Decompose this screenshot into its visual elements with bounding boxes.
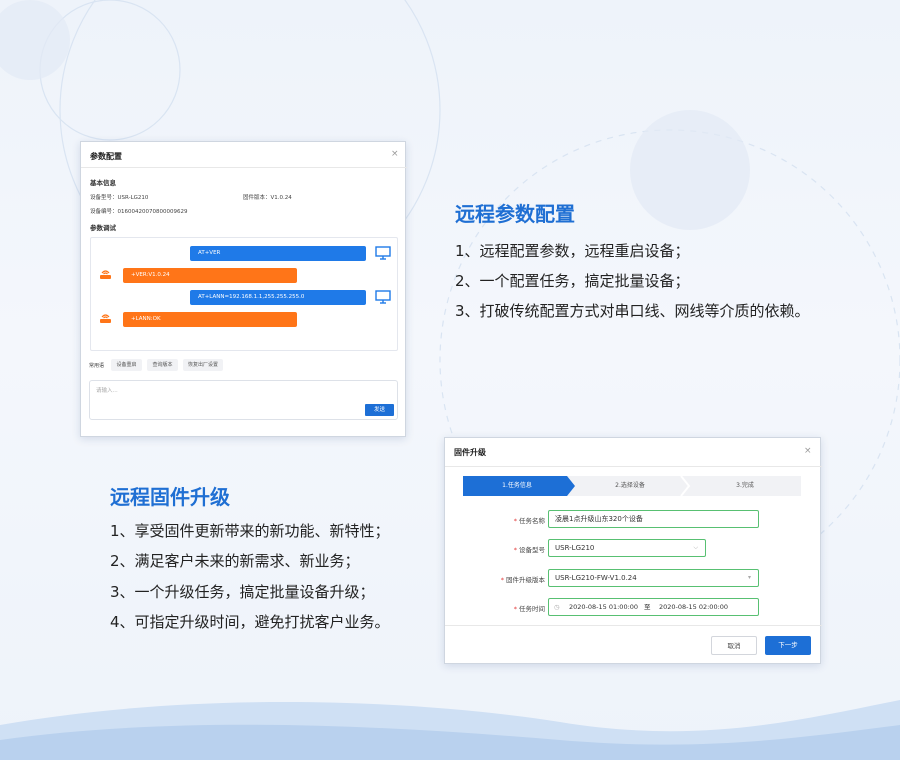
common-phrases-label: 常用语: [89, 363, 105, 369]
time-end: 2020-08-15 02:00:00: [659, 603, 729, 611]
remote-param-point: 1、远程配置参数，远程重启设备；: [455, 242, 690, 260]
cancel-button[interactable]: 取消: [711, 636, 757, 655]
send-button[interactable]: 发送: [365, 404, 394, 416]
router-icon: [100, 314, 111, 323]
sent-message: AT+LANN=192.168.1.1,255.255.255.0: [190, 290, 366, 305]
time-start: 2020-08-15 01:00:00: [569, 603, 639, 611]
step-task-info: 1.任务信息: [502, 482, 532, 489]
quick-command-factory-reset[interactable]: 恢复出厂设置: [183, 359, 223, 371]
close-icon[interactable]: ×: [391, 150, 399, 159]
device-id-text: 设备编号：01600420070800009629: [90, 209, 188, 215]
remote-param-point: 3、打破传统配置方式对串口线、网线等介质的依赖。: [455, 302, 810, 320]
caret-down-icon: ▾: [747, 574, 751, 581]
command-input[interactable]: 请输入...: [89, 380, 398, 420]
firmware-version-select[interactable]: USR-LG210-FW-V1.0.24 ▾: [548, 569, 759, 587]
step-complete: 3.完成: [736, 482, 754, 489]
remote-firmware-point: 4、可指定升级时间，避免打扰客户业务。: [110, 613, 390, 631]
step-indicator: 1.任务信息 2.选择设备 3.完成: [463, 476, 801, 496]
debug-heading: 参数调试: [90, 224, 116, 232]
device-model-select[interactable]: USR-LG210 ⌵: [548, 539, 706, 557]
divider: [81, 167, 407, 168]
router-icon: [100, 270, 111, 279]
computer-icon: [375, 290, 391, 304]
debug-log-area[interactable]: AT+VER +VER:V1.0.24 AT+LANN=192.168.1.1,…: [90, 237, 398, 351]
remote-firmware-point: 2、满足客户未来的新需求、新业务；: [110, 552, 360, 570]
firmware-version-value: USR-LG210-FW-V1.0.24: [555, 574, 637, 582]
task-name-input[interactable]: 凌晨1点升级山东320个设备: [548, 510, 759, 528]
task-time-range-picker[interactable]: ◷ 2020-08-15 01:00:00 至 2020-08-15 02:00…: [548, 598, 759, 616]
device-model-text: 设备型号：USR-LG210: [90, 195, 149, 201]
computer-icon: [375, 246, 391, 260]
divider: [445, 625, 822, 626]
window-title: 参数配置: [90, 152, 122, 161]
task-name-label: * 任务名称: [513, 517, 545, 525]
quick-command-query-version[interactable]: 查询版本: [147, 359, 178, 371]
firmware-upgrade-window: 固件升级 × 1.任务信息 2.选择设备 3.完成 * 任务名称 凌晨1点升级山东…: [444, 437, 822, 664]
step-select-device: 2.选择设备: [615, 482, 645, 489]
received-message: +VER:V1.0.24: [123, 268, 297, 283]
remote-firmware-point: 3、一个升级任务，搞定批量设备升级；: [110, 583, 375, 601]
clock-icon: ◷: [554, 603, 560, 611]
divider: [445, 466, 822, 467]
device-model-label: * 设备型号: [513, 546, 545, 554]
remote-firmware-title: 远程固件升级: [110, 485, 230, 509]
received-message: +LANN:OK: [123, 312, 297, 327]
input-placeholder: 请输入...: [96, 388, 118, 394]
param-config-window: 参数配置 × 基本信息 设备型号：USR-LG210 固件版本：V1.0.24 …: [80, 141, 407, 437]
chevron-down-icon: ⌵: [693, 544, 698, 551]
task-time-label: * 任务时间: [513, 605, 545, 613]
remote-firmware-point: 1、享受固件更新带来的新功能、新特性；: [110, 522, 390, 540]
quick-command-reboot[interactable]: 设备重启: [111, 359, 142, 371]
firmware-version-label: * 固件升级版本: [500, 576, 545, 584]
close-icon[interactable]: ×: [804, 447, 812, 456]
device-model-value: USR-LG210: [555, 544, 595, 552]
remote-param-title: 远程参数配置: [455, 202, 575, 226]
firmware-version-text: 固件版本：V1.0.24: [243, 195, 292, 201]
time-separator: 至: [644, 603, 651, 611]
remote-param-point: 2、一个配置任务，搞定批量设备；: [455, 272, 690, 290]
basic-info-heading: 基本信息: [90, 179, 116, 187]
next-step-button[interactable]: 下一步: [765, 636, 811, 655]
sent-message: AT+VER: [190, 246, 366, 261]
window-title: 固件升级: [454, 448, 486, 457]
